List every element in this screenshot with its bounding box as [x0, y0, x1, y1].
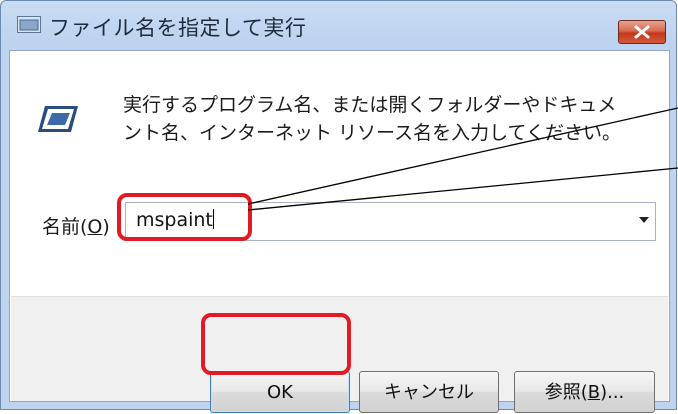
browse-label-prefix: 参照( [544, 382, 588, 403]
run-app-icon [17, 16, 41, 33]
title-bar[interactable]: ファイル名を指定して実行 [1, 1, 676, 49]
name-label-accelerator: O [87, 216, 103, 238]
name-label-suffix: ) [102, 216, 110, 238]
close-button[interactable] [618, 20, 666, 44]
run-prompt-icon [38, 106, 78, 132]
chevron-down-icon[interactable] [639, 217, 649, 223]
cancel-button[interactable]: キャンセル [359, 371, 499, 413]
close-icon [634, 25, 650, 39]
name-label: 名前(O) [42, 212, 110, 239]
annotation-highlight-ok [201, 313, 351, 375]
browse-label-suffix: )... [600, 382, 625, 403]
annotation-highlight-input [117, 193, 252, 241]
ok-button[interactable]: OK [210, 371, 350, 413]
window-title: ファイル名を指定して実行 [49, 16, 307, 40]
name-label-prefix: 名前( [42, 216, 88, 238]
browse-button[interactable]: 参照(B)... [514, 371, 655, 413]
description-text: 実行するプログラム名、または開くフォルダーやドキュメ ント名、インターネット リ… [123, 94, 621, 144]
browse-label-accelerator: B [587, 382, 601, 403]
